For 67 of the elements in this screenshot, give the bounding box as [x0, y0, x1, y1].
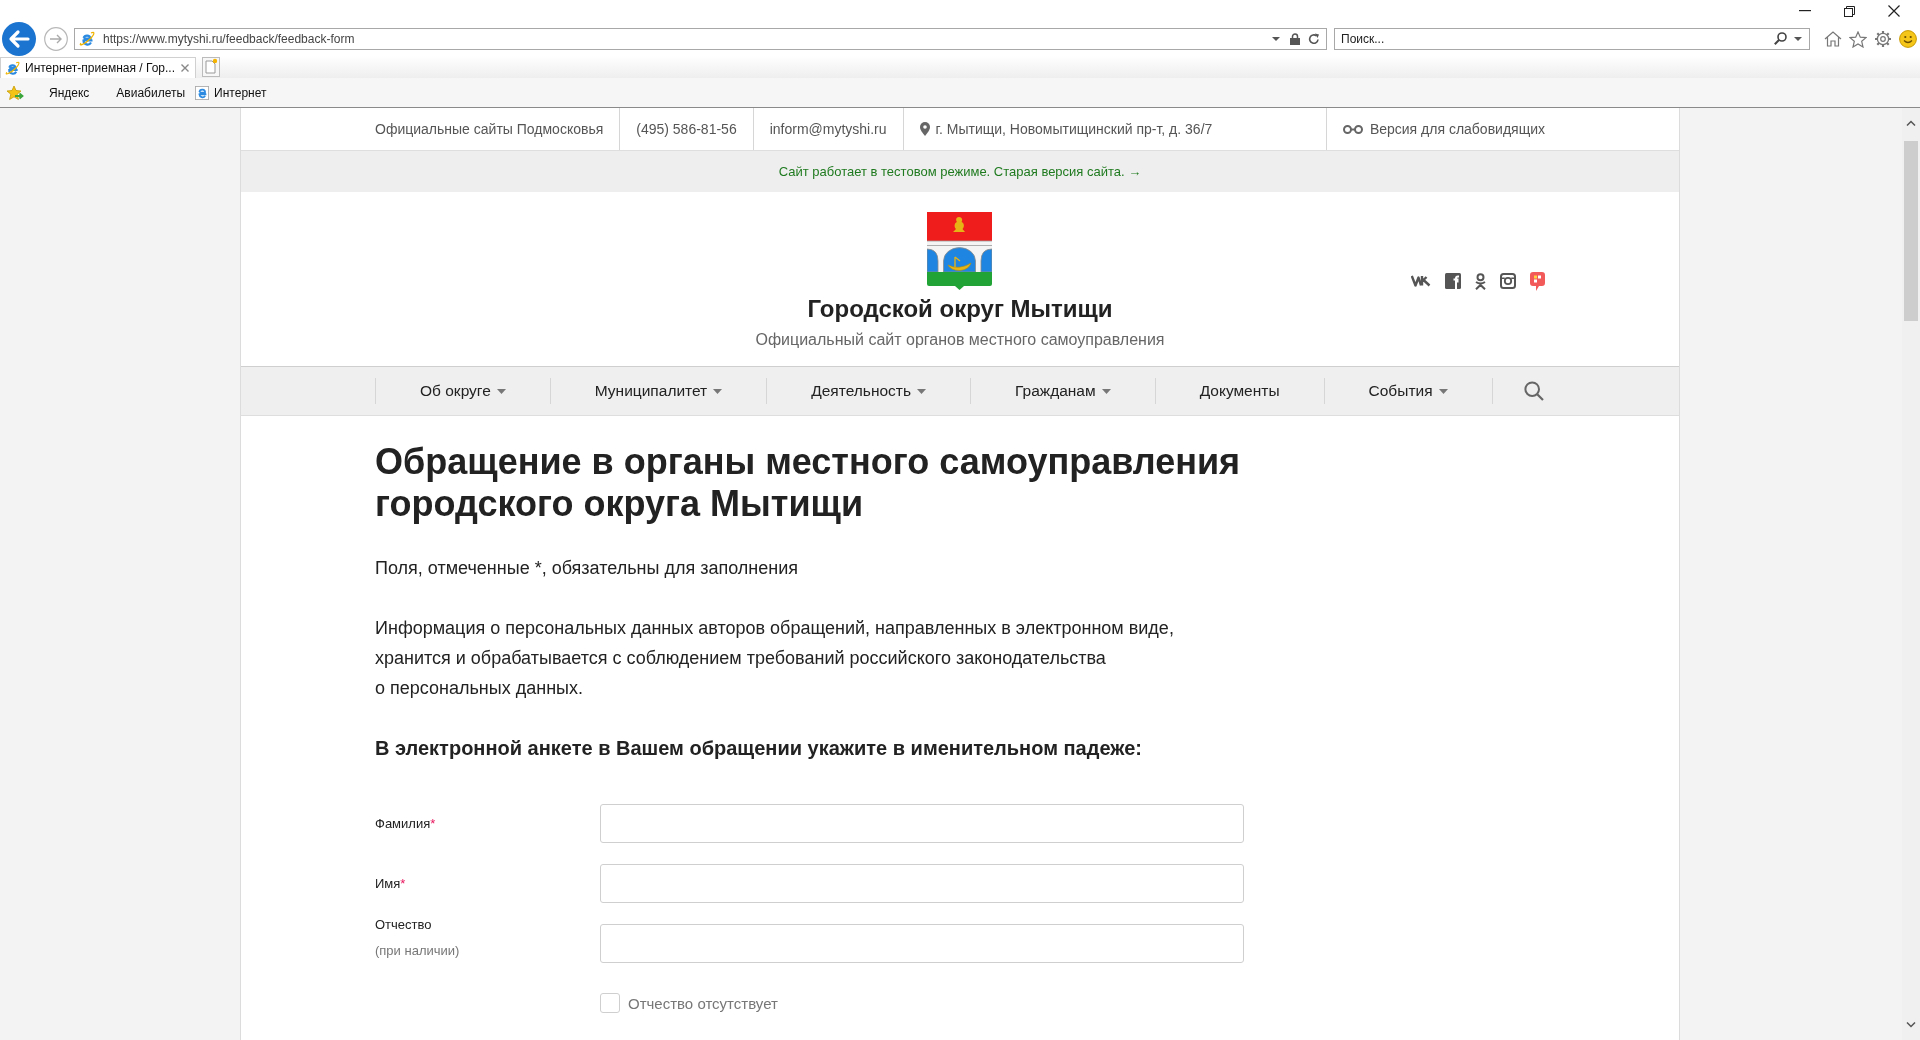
scrollbar-thumb[interactable]	[1904, 141, 1918, 321]
page-title: Обращение в органы местного самоуправления городского округа Мытищи	[375, 441, 1242, 525]
back-icon[interactable]	[2, 22, 36, 56]
favorite-link[interactable]: Интернет	[214, 85, 267, 100]
restore-icon[interactable]	[1844, 5, 1855, 17]
facebook-icon[interactable]	[1445, 273, 1461, 289]
notice-link[interactable]: Сайт работает в тестовом режиме. Старая версия сайта. →	[778, 164, 1142, 179]
scroll-up-icon[interactable]	[1906, 120, 1916, 126]
search-icon[interactable]	[1524, 381, 1544, 401]
search-field[interactable]: Поиск...	[1334, 28, 1810, 50]
required-note: Поля, отмеченные *, обязательны для заполнения	[375, 557, 799, 580]
browser-logo-icon	[5, 60, 20, 76]
settings-icon[interactable]	[1874, 30, 1892, 48]
ok-icon[interactable]	[1475, 272, 1486, 290]
caret-icon[interactable]	[1794, 36, 1802, 41]
browser-tab[interactable]: Интернет-приемная / Гор...	[0, 57, 196, 78]
checkbox-label[interactable]: Отчество отсутствует	[628, 994, 778, 1012]
browser-logo-icon	[79, 31, 95, 47]
menu-item[interactable]: Документы	[1155, 367, 1324, 415]
tab-title: Интернет-приемная / Гор...	[25, 61, 176, 75]
accessibility-link[interactable]: Версия для слабовидящих	[1326, 121, 1545, 137]
refresh-icon[interactable]	[1308, 33, 1320, 45]
field-note: (при наличии)	[375, 941, 461, 960]
star-arrow-icon[interactable]	[6, 84, 24, 101]
menu-item[interactable]: События	[1324, 367, 1492, 415]
top-bar-link[interactable]: inform@mytyshi.ru	[753, 121, 903, 137]
browser-logo-icon	[195, 85, 210, 100]
camera-icon[interactable]	[1500, 273, 1516, 289]
required-mark: *	[430, 815, 436, 831]
menu-item[interactable]: Гражданам	[971, 367, 1155, 415]
scrollbar[interactable]	[1902, 108, 1920, 1040]
field-label: Отчество	[375, 916, 432, 932]
speech-bubble-icon[interactable]	[1530, 271, 1545, 291]
coat-of-arms-icon[interactable]	[927, 212, 993, 290]
favorite-link[interactable]: Авиабилеты	[116, 85, 186, 100]
url-text: https://www.mytyshi.ru/feedback/feedback-form	[103, 32, 356, 46]
menu-item[interactable]: Деятельность	[767, 367, 970, 415]
favorite-link[interactable]: Яндекс	[49, 85, 90, 100]
checkbox[interactable]	[600, 993, 620, 1013]
lock-icon[interactable]	[1290, 33, 1300, 45]
text-input[interactable]	[600, 804, 1244, 843]
text-input[interactable]	[600, 924, 1244, 963]
address-text: г. Мытищи, Новомытищинский пр-т, д. 36/7	[935, 121, 1213, 137]
site-title[interactable]: Городской округ Мытищи	[807, 295, 1113, 323]
vk-icon[interactable]	[1411, 275, 1431, 287]
home-icon[interactable]	[1824, 31, 1842, 47]
caret-icon[interactable]	[1272, 37, 1280, 41]
top-bar-link[interactable]: (495) 586-81-56	[620, 121, 753, 137]
menu-item[interactable]: Об округе	[376, 367, 550, 415]
field-label: Имя	[375, 875, 401, 891]
menu-item[interactable]: Муниципалитет	[550, 367, 767, 415]
privacy-note: Информация о персональных данных авторов обращений, направленных в электронном виде, хранится и обрабатывается с соблюдением требований российского законодательства о персональных данных.	[375, 617, 1175, 700]
location-pin-icon	[919, 122, 930, 136]
field-label: Фамилия	[375, 815, 431, 831]
form-instruction: В электронной анкете в Вашем обращении укажите в именительном падеже:	[375, 736, 1143, 761]
star-icon[interactable]	[1849, 30, 1867, 48]
close-icon[interactable]	[1888, 5, 1900, 17]
smiley-icon[interactable]	[1899, 30, 1917, 48]
scroll-down-icon[interactable]	[1906, 1022, 1916, 1028]
top-bar-link[interactable]: Официальные сайты Подмосковья	[375, 121, 620, 137]
address-bar[interactable]: https://www.mytyshi.ru/feedback/feedback-form	[74, 28, 1327, 50]
text-input[interactable]	[600, 864, 1244, 903]
site-subtitle: Официальный сайт органов местного самоуправления	[755, 330, 1165, 350]
search-icon[interactable]	[1774, 32, 1787, 45]
glasses-icon	[1342, 124, 1363, 134]
required-mark: *	[400, 875, 406, 891]
minimize-icon[interactable]	[1799, 10, 1811, 12]
